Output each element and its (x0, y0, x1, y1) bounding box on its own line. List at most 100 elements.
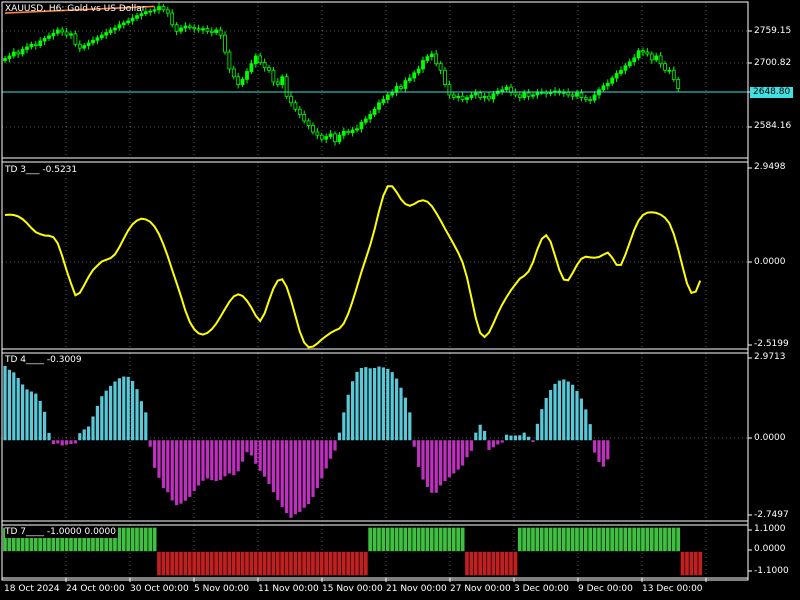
td4-bar (166, 440, 170, 493)
td7-bar (130, 527, 136, 552)
td4-bar (3, 365, 7, 441)
td4-bar (557, 380, 561, 441)
td7-bar (658, 527, 664, 552)
td7-bar (693, 551, 699, 576)
td4-bar (91, 416, 95, 441)
td7-bar (323, 551, 329, 576)
candle-body (170, 12, 175, 26)
td7-bar (570, 527, 576, 552)
td4-bar (7, 369, 11, 441)
candle-body (214, 29, 219, 33)
td7-bar (539, 527, 545, 552)
td7-bar (240, 551, 246, 576)
td7-bar (416, 527, 422, 552)
td4-bar (395, 378, 399, 441)
candle-body (55, 29, 60, 34)
candle-body (262, 62, 267, 69)
td4-bar (373, 368, 377, 441)
candle-body (95, 37, 100, 41)
td4-bar (205, 440, 209, 479)
td4-bar (135, 389, 139, 441)
td7-bar (253, 551, 259, 576)
td7-bar (561, 527, 567, 552)
candle-body (667, 69, 672, 72)
td4-bar (104, 390, 108, 441)
td7-bar (367, 527, 373, 552)
td4-bar (337, 432, 341, 441)
td4-bar (148, 440, 152, 447)
chart-outer-frame (1, 1, 749, 581)
td4-bar (535, 423, 539, 441)
td4-bar (95, 405, 99, 441)
td7-bar (446, 527, 452, 552)
td7-bar (490, 551, 496, 576)
td7-label: TD 7____ (5, 527, 45, 537)
candle-body (377, 102, 381, 110)
td4-bar (452, 440, 456, 474)
candle-body (311, 125, 315, 133)
time-label-8: 3 Dec 00:00 (514, 584, 569, 594)
candle-body (280, 76, 285, 85)
td4-bar (381, 367, 385, 441)
td7-bar (521, 527, 527, 552)
time-label-1: 24 Oct 00:00 (66, 584, 125, 594)
candle-body (570, 94, 575, 97)
candle-body (38, 40, 43, 46)
candle-body (201, 28, 205, 31)
td7-bar (429, 527, 435, 552)
td7-bar (680, 551, 686, 576)
candle-body (306, 120, 311, 126)
td7-bar (697, 551, 703, 576)
candle-body (363, 118, 368, 123)
candle-body (658, 55, 663, 65)
td4-bar (461, 440, 465, 466)
td4-bar (285, 440, 289, 514)
price-candles (2, 2, 748, 146)
candle-body (152, 9, 157, 12)
candle-body (491, 93, 496, 100)
candle-body (86, 42, 91, 46)
td4-bar (144, 412, 148, 441)
candle-body (328, 133, 333, 137)
td4-bar (157, 440, 161, 478)
td7-bar (363, 551, 369, 576)
td7-bar (574, 527, 580, 552)
td4-bar (311, 440, 315, 497)
td4-bar (175, 440, 179, 506)
td7-bar (350, 551, 356, 576)
td7-bar (402, 527, 408, 552)
td4-title: TD 4____ -0.3009 (5, 355, 82, 366)
td4-bar (425, 440, 429, 487)
candle-body (451, 94, 456, 98)
td3-scale-bottom: -2.5199 (754, 339, 789, 349)
candle-body (627, 61, 632, 67)
td4-bar (307, 440, 311, 504)
candle-body (91, 39, 95, 44)
td4-bar (188, 440, 192, 497)
time-label-4: 11 Nov 00:00 (258, 584, 319, 594)
chart-canvas[interactable] (0, 0, 800, 600)
td4-bar (241, 440, 245, 462)
td4-bar (359, 368, 363, 441)
td7-bar (358, 551, 364, 576)
td7-bar (671, 527, 677, 552)
td4-bar (597, 440, 601, 462)
td7-bar (345, 551, 351, 576)
candle-body (548, 91, 553, 95)
td4-bar (531, 440, 535, 443)
td7-bar (328, 551, 334, 576)
td4-bar (483, 430, 487, 441)
td4-bar (263, 440, 267, 477)
td4-bar (113, 381, 117, 441)
td4-bar (122, 376, 126, 441)
candle-body (487, 95, 491, 100)
candle-body (64, 31, 69, 36)
candle-body (33, 43, 38, 46)
td4-bar (197, 440, 201, 486)
td4-bar (355, 371, 359, 441)
td7-bar (578, 527, 584, 552)
td7-bar (222, 551, 228, 576)
td3-value: -0.5231 (42, 165, 78, 175)
td4-bar (293, 440, 297, 515)
candle-body (434, 53, 439, 65)
